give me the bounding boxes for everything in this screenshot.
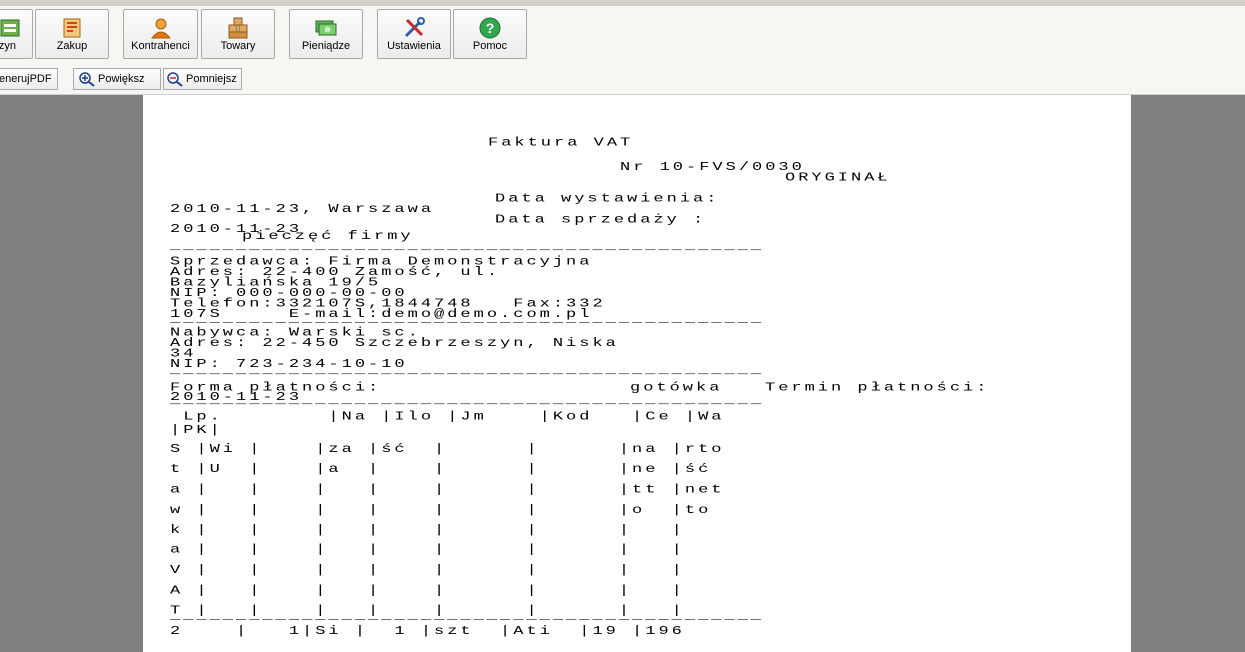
zoom-out-icon bbox=[167, 72, 183, 87]
settings-tools-icon bbox=[404, 17, 425, 38]
seller-line: NIP: 000-000-00-00 bbox=[170, 286, 408, 300]
separator-line: ________________________________________… bbox=[170, 239, 765, 254]
buyer-line: Adres: 22-450 Szczebrzeszyn, Niska bbox=[170, 337, 619, 351]
purchase-label: Zakup bbox=[56, 40, 88, 52]
table-row: S |Wi | |za |ść | | |na |rto bbox=[170, 442, 738, 457]
main-toolbar: zyn Zakup Kontrahenci Towary Pieniądze U… bbox=[0, 6, 1245, 95]
help-button[interactable]: ? Pomoc bbox=[453, 9, 527, 59]
warehouse-label: zyn bbox=[0, 40, 16, 52]
table-row: w | | | | | | |o |to bbox=[170, 503, 738, 517]
purchase-button[interactable]: Zakup bbox=[35, 9, 109, 59]
seller-line: Sprzedawca: Firma Demonstracyjna bbox=[170, 255, 593, 269]
goods-boxes-icon bbox=[228, 17, 248, 39]
table-row: t |U | |a | | | |ne |ść bbox=[170, 463, 738, 477]
warehouse-icon bbox=[0, 19, 20, 37]
zoom-out-button[interactable]: Pomniejsz bbox=[163, 68, 242, 90]
table-row: V | | | | | | | | bbox=[170, 563, 738, 578]
goods-button[interactable]: Towary bbox=[201, 9, 275, 59]
seller-line: Adres: 22-400 Zamość, ul. bbox=[170, 265, 501, 279]
table-row: 2 | 1|Si | 1 |szt |Ati |19 |196 bbox=[170, 624, 685, 639]
payment-date-label: Termin płatności: bbox=[765, 381, 990, 395]
seller-line: Bazyliańska 19/5 bbox=[170, 276, 382, 290]
table-row: a | | | | | | | | bbox=[170, 543, 738, 557]
settings-label: Ustawienia bbox=[387, 40, 441, 52]
goods-label: Towary bbox=[220, 40, 256, 52]
contractors-button[interactable]: Kontrahenci bbox=[123, 9, 198, 59]
help-label: Pomoc bbox=[472, 40, 508, 52]
invoice-document: Faktura VAT Nr 10-FVS/0030 ORYGINAŁ Data… bbox=[170, 137, 986, 637]
table-header-row: |PK| bbox=[170, 423, 316, 438]
warehouse-button[interactable]: zyn bbox=[0, 9, 33, 59]
table-row: a | | | | | | |tt |net bbox=[170, 483, 738, 497]
issue-place-date: 2010-11-23, Warszawa bbox=[170, 202, 435, 216]
separator-line: ________________________________________… bbox=[170, 363, 765, 377]
purchase-icon bbox=[63, 18, 81, 38]
seller-line: Telefon:332107S,1844748 Fax:332 bbox=[170, 297, 606, 311]
svg-text:?: ? bbox=[486, 20, 495, 36]
settings-button[interactable]: Ustawienia bbox=[377, 9, 451, 59]
money-icon bbox=[315, 20, 337, 36]
invoice-preview-page: Faktura VAT Nr 10-FVS/0030 ORYGINAŁ Data… bbox=[143, 95, 1131, 652]
generate-pdf-button[interactable]: enerujPDF bbox=[0, 68, 58, 90]
issue-date-label: Data wystawienia: bbox=[495, 192, 720, 206]
invoice-title: Faktura VAT bbox=[488, 136, 634, 150]
zoom-in-label: Powiększ bbox=[98, 73, 145, 85]
buyer-line: Nabywca: Warski sc. bbox=[170, 326, 421, 340]
copy-type: ORYGINAŁ bbox=[785, 171, 891, 185]
money-label: Pieniądze bbox=[301, 40, 351, 52]
table-row: A | | | | | | | | bbox=[170, 584, 738, 598]
table-header-row: Lp. |Na |Ilo |Jm |Kod |Ce |Wa bbox=[170, 410, 738, 424]
generate-pdf-label: enerujPDF bbox=[0, 73, 52, 85]
sale-date-label: Data sprzedaży : bbox=[495, 213, 707, 227]
contractor-icon bbox=[150, 18, 171, 39]
zoom-in-button[interactable]: Powiększ bbox=[73, 68, 161, 90]
money-button[interactable]: Pieniądze bbox=[289, 9, 363, 59]
invoice-number: Nr 10-FVS/0030 bbox=[620, 160, 805, 174]
separator-line: ________________________________________… bbox=[170, 312, 765, 326]
zoom-in-icon bbox=[79, 72, 95, 87]
separator-line: ________________________________________… bbox=[170, 393, 765, 408]
separator-line: ________________________________________… bbox=[170, 609, 765, 623]
zoom-out-label: Pomniejsz bbox=[186, 73, 237, 85]
contractors-label: Kontrahenci bbox=[131, 40, 190, 52]
help-icon: ? bbox=[479, 17, 501, 39]
payment-form-value: gotówka bbox=[630, 381, 723, 395]
table-row: k | | | | | | | | bbox=[170, 524, 738, 538]
buyer-line: 34 bbox=[170, 347, 197, 361]
